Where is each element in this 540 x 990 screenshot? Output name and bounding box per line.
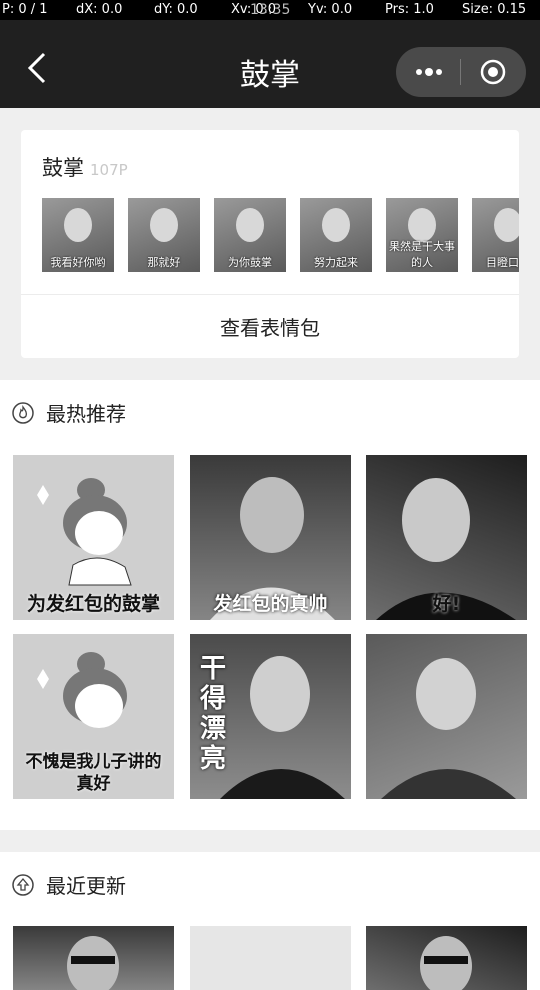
pack-count: 107P [90,161,128,179]
hot-section-title: 最热推荐 [46,402,126,426]
sticker-tile[interactable]: 干得漂亮 [190,634,351,799]
photo-sticker-image [381,658,516,799]
upload-arrow-icon [12,873,34,896]
title-bar: 鼓掌 [0,20,540,108]
pointer-location-overlay: P: 0 / 1 dX: 0.0 dY: 0.0 Xv: 0.0 Yv: 0.0… [0,0,540,20]
fire-icon [12,401,34,424]
photo-sticker-image [420,936,472,990]
sticker-tile[interactable] [366,926,527,990]
sticker-tile[interactable]: 不愧是我儿子讲的真好 [13,634,174,799]
pack-thumb[interactable]: 果然是干大事的人 [386,198,458,272]
target-close-icon[interactable] [480,59,506,85]
hot-section-header: 最热推荐 [12,398,126,427]
prs-readout: Prs: 1.0 [385,2,434,17]
sticker-tile-loading[interactable] [190,926,351,990]
dx-readout: dX: 0.0 [76,2,123,17]
pack-thumbnails: 我看好你哟 那就好 为你鼓掌 努力起来 果然是干大事的人 目瞪口呆 [42,198,519,272]
sticker-caption: 好! [432,593,461,615]
sticker-tile[interactable] [13,926,174,990]
sticker-tile[interactable] [366,634,527,799]
sticker-caption: 发红包的真帅 [213,593,328,615]
pointer-count: P: 0 / 1 [2,2,48,17]
more-dots-icon[interactable] [414,60,444,84]
dy-readout: dY: 0.0 [154,2,198,17]
mini-program-capsule [396,47,526,97]
recent-section-header: 最近更新 [12,870,126,899]
sticker-caption: 为发红包的鼓掌 [26,593,160,615]
pack-title: 鼓掌 107P [42,152,128,182]
recent-section-title: 最近更新 [46,874,126,898]
sticker-tile[interactable]: 好! [366,455,527,620]
sticker-tile[interactable]: 发红包的真帅 [190,455,351,620]
status-time: 13:35 [250,2,291,18]
recent-section: 最近更新 [0,852,540,990]
pack-thumb[interactable]: 那就好 [128,198,200,272]
hot-section: 最热推荐 为发红包的鼓掌 发红包的真帅 好! 不愧是我儿子讲的真好 干得漂亮 [0,380,540,830]
sticker-tile[interactable]: 为发红包的鼓掌 [13,455,174,620]
pack-thumb[interactable]: 为你鼓掌 [214,198,286,272]
view-stickers-link[interactable]: 查看表情包 [21,312,519,341]
capsule-divider [460,59,461,85]
sticker-caption: 不愧是我儿子讲的真好 [25,752,162,794]
pack-title-text: 鼓掌 [42,156,84,180]
sticker-caption-vertical: 干得漂亮 [200,654,227,774]
sticker-pack-card[interactable]: 鼓掌 107P 我看好你哟 那就好 为你鼓掌 努力起来 果然是干大事的人 目瞪口呆… [21,130,519,358]
photo-sticker-image [67,936,119,990]
pack-thumb[interactable]: 我看好你哟 [42,198,114,272]
pack-thumb[interactable]: 目瞪口呆 [472,198,519,272]
yv-readout: Yv: 0.0 [308,2,353,17]
card-divider [21,294,519,295]
pack-thumb[interactable]: 努力起来 [300,198,372,272]
size-readout: Size: 0.15 [462,2,527,17]
